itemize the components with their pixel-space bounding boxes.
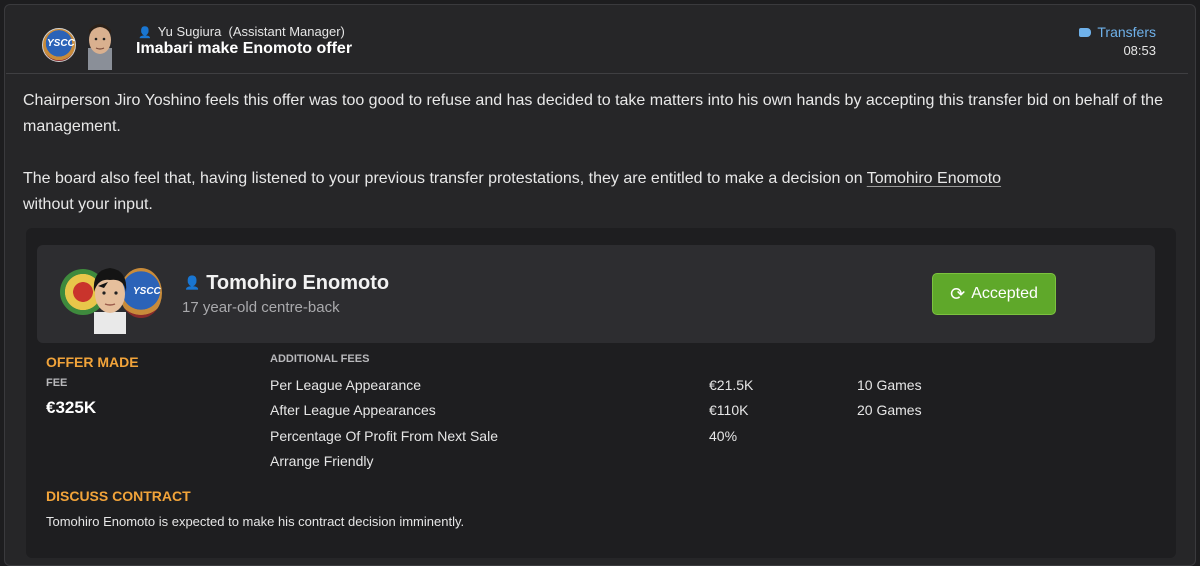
additional-fee-label: Per League Appearance (270, 377, 422, 393)
additional-fee-label: Percentage Of Profit From Next Sale (270, 428, 498, 444)
header-divider (6, 73, 1188, 74)
message-subject: Imabari make Enomoto offer (136, 40, 353, 57)
fee-label: FEE (46, 377, 68, 389)
status-label: Accepted (971, 285, 1038, 302)
offer-made-heading: OFFER MADE (46, 354, 139, 370)
body-paragraph-1: Chairperson Jiro Yoshino feels this offe… (23, 92, 1163, 135)
additional-fee-amount: €21.5K (709, 377, 754, 393)
additional-fee-condition: 20 Games (857, 402, 922, 418)
person-icon: 👤 (184, 275, 201, 290)
club-badge-icon: YSCC (42, 28, 76, 62)
sender-role: (Assistant Manager) (228, 24, 345, 39)
player-avatar[interactable] (84, 262, 136, 334)
additional-fee-label: After League Appearances (270, 402, 436, 418)
person-icon: 👤 (138, 27, 152, 39)
paragraph-text-end: without your input. (23, 196, 153, 213)
accepted-status-button[interactable]: ⟳ Accepted (932, 273, 1056, 315)
player-description: 17 year-old centre-back (182, 299, 340, 316)
fee-value: €325K (46, 398, 97, 417)
category-link[interactable]: Transfers (1079, 24, 1156, 40)
category-label: Transfers (1097, 24, 1156, 40)
body-paragraph-2: The board also feel that, having listene… (23, 166, 1173, 218)
additional-fee-amount: 40% (709, 428, 738, 444)
additional-fee-amount: €110K (709, 402, 749, 418)
paragraph-text: The board also feel that, having listene… (23, 170, 867, 187)
additional-fee-condition: 10 Games (857, 377, 922, 393)
player-link[interactable]: Tomohiro Enomoto (867, 170, 1001, 187)
discuss-contract-heading: DISCUSS CONTRACT (46, 488, 191, 504)
sender-line: 👤 Yu Sugiura (Assistant Manager) (138, 24, 345, 39)
assistant-manager-avatar (88, 24, 112, 70)
tag-icon (1079, 28, 1092, 37)
sender-name[interactable]: Yu Sugiura (158, 24, 222, 39)
player-name[interactable]: 👤 Tomohiro Enomoto (184, 272, 389, 295)
refresh-icon: ⟳ (950, 284, 966, 304)
additional-fees-label: ADDITIONAL FEES (270, 353, 370, 365)
additional-fee-label: Arrange Friendly (270, 453, 374, 469)
message-time: 08:53 (1123, 43, 1156, 58)
contract-status-text: Tomohiro Enomoto is expected to make his… (46, 514, 465, 529)
